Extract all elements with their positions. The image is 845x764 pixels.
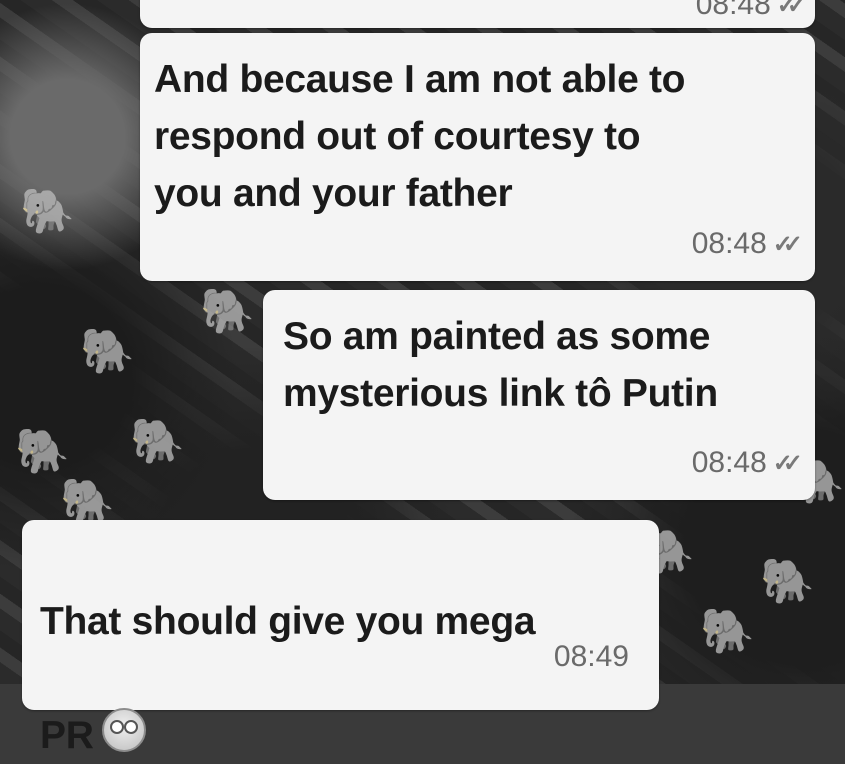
message-text: And because I am not able to respond out… bbox=[154, 58, 686, 215]
elephant-pattern-icon: 🐘 bbox=[760, 557, 815, 606]
message-text: That should give you mega PR bbox=[40, 536, 641, 764]
elephant-pattern-icon: 🐘 bbox=[200, 287, 255, 336]
elephant-pattern-icon: 🐘 bbox=[20, 187, 75, 236]
message-meta: 08:49 bbox=[554, 640, 629, 674]
message-text: So am painted as some mysterious link tô… bbox=[283, 315, 718, 415]
message-bubble[interactable]: So am painted as some mysterious link tô… bbox=[263, 290, 815, 500]
message-bubble-previous[interactable]: 08:48 ✓✓ bbox=[140, 0, 815, 28]
message-text-line: PR bbox=[40, 714, 94, 757]
message-time: 08:49 bbox=[553, 640, 629, 673]
message-bubble[interactable]: That should give you mega PR 08:49 bbox=[22, 520, 659, 757]
read-ticks-icon: ✓✓ bbox=[772, 449, 803, 477]
message-meta: 08:48 ✓✓ bbox=[695, 0, 807, 22]
message-time: 08:48 bbox=[695, 0, 771, 21]
flushed-face-icon bbox=[101, 708, 146, 752]
message-text-line: That should give you mega bbox=[40, 600, 536, 643]
message-bubble[interactable]: And because I am not able to respond out… bbox=[140, 33, 815, 281]
elephant-pattern-icon: 🐘 bbox=[80, 327, 135, 376]
message-meta: 08:48 ✓✓ bbox=[691, 446, 803, 480]
elephant-pattern-icon: 🐘 bbox=[130, 417, 185, 466]
message-meta: 08:48 ✓✓ bbox=[691, 227, 803, 261]
read-ticks-icon: ✓✓ bbox=[772, 230, 803, 258]
elephant-pattern-icon: 🐘 bbox=[15, 427, 70, 476]
message-time: 08:48 bbox=[691, 227, 767, 260]
elephant-pattern-icon: 🐘 bbox=[60, 477, 115, 526]
elephant-pattern-icon: 🐘 bbox=[700, 607, 755, 656]
read-ticks-icon: ✓✓ bbox=[776, 0, 807, 19]
message-time: 08:48 bbox=[691, 446, 767, 479]
